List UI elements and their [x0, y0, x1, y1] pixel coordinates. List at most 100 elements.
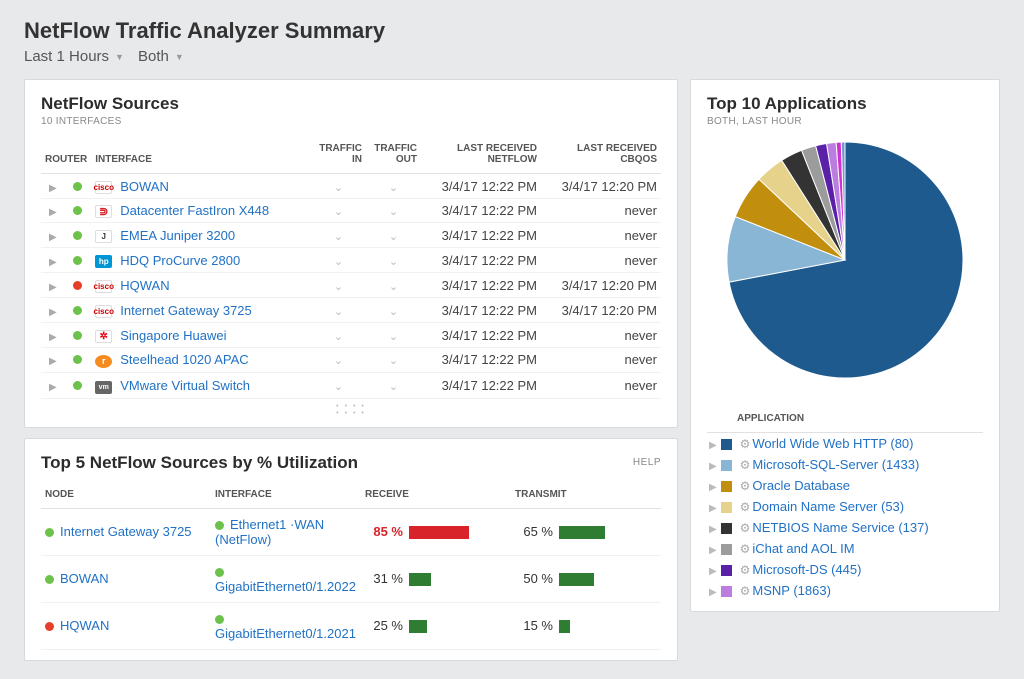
- table-row: ▶⋑Datacenter FastIron X448⌄⌄3/4/17 12:22…: [41, 199, 661, 223]
- application-link[interactable]: World Wide Web HTTP (80): [752, 436, 913, 451]
- node-link[interactable]: Internet Gateway 3725: [60, 524, 192, 539]
- interface-link[interactable]: Ethernet1 ·WAN (NetFlow): [215, 517, 324, 547]
- transmit-bar: [559, 526, 605, 539]
- chevron-down-icon[interactable]: ⌄: [389, 355, 398, 367]
- utilization-table: NODE INTERFACE RECEIVE TRANSMIT Internet…: [41, 483, 661, 650]
- legend-swatch-icon: [721, 502, 732, 513]
- chevron-down-icon[interactable]: ⌄: [334, 355, 343, 367]
- interface-link[interactable]: GigabitEthernet0/1.2021: [215, 626, 356, 641]
- status-dot-icon: [73, 231, 82, 240]
- netflow-time: 3/4/17 12:22 PM: [421, 348, 541, 373]
- interface-link[interactable]: BOWAN: [120, 179, 169, 194]
- applications-pie-chart: [720, 135, 970, 385]
- interface-link[interactable]: Internet Gateway 3725: [120, 303, 252, 318]
- gear-icon[interactable]: ⚙: [740, 479, 751, 493]
- chevron-down-icon[interactable]: ⌄: [389, 256, 398, 268]
- vmware-vendor-icon: vm: [95, 381, 112, 394]
- expand-icon[interactable]: ▶: [709, 524, 721, 535]
- application-link[interactable]: Domain Name Server (53): [752, 499, 904, 514]
- top-apps-panel: Top 10 Applications BOTH, LAST HOUR APPL…: [690, 79, 1000, 612]
- application-link[interactable]: Oracle Database: [752, 478, 850, 493]
- chevron-down-icon[interactable]: ⌄: [334, 331, 343, 343]
- status-dot-icon: [215, 615, 224, 624]
- huawei-vendor-icon: ✲: [95, 330, 112, 343]
- interface-link[interactable]: Singapore Huawei: [120, 328, 226, 343]
- help-link[interactable]: HELP: [633, 457, 661, 468]
- time-filter[interactable]: Last 1 Hours ▼: [24, 48, 124, 65]
- interface-link[interactable]: HDQ ProCurve 2800: [120, 253, 240, 268]
- chevron-down-icon[interactable]: ⌄: [334, 306, 343, 318]
- page-title: NetFlow Traffic Analyzer Summary: [24, 18, 1000, 44]
- cbqos-time: never: [541, 348, 661, 373]
- juniper-vendor-icon: J: [95, 230, 112, 243]
- status-dot-icon: [73, 355, 82, 364]
- status-dot-icon: [73, 182, 82, 191]
- expand-icon[interactable]: ▶: [49, 282, 57, 293]
- interface-link[interactable]: GigabitEthernet0/1.2022: [215, 579, 356, 594]
- list-item: ▶ ⚙Oracle Database: [707, 475, 983, 496]
- expand-icon[interactable]: ▶: [709, 545, 721, 556]
- chevron-down-icon[interactable]: ⌄: [334, 182, 343, 194]
- expand-icon[interactable]: ▶: [709, 503, 721, 514]
- chevron-down-icon[interactable]: ⌄: [389, 281, 398, 293]
- col-router: ROUTER: [41, 137, 91, 174]
- chevron-down-icon[interactable]: ⌄: [389, 182, 398, 194]
- status-dot-icon: [215, 521, 224, 530]
- expand-icon[interactable]: ▶: [49, 382, 57, 393]
- interface-link[interactable]: Datacenter FastIron X448: [120, 203, 269, 218]
- application-link[interactable]: Microsoft-SQL-Server (1433): [752, 457, 919, 472]
- gear-icon[interactable]: ⚙: [740, 500, 751, 514]
- direction-filter[interactable]: Both ▼: [138, 48, 184, 65]
- expand-icon[interactable]: ▶: [709, 461, 721, 472]
- status-dot-icon: [73, 331, 82, 340]
- cbqos-time: never: [541, 323, 661, 348]
- gear-icon[interactable]: ⚙: [740, 437, 751, 451]
- netflow-time: 3/4/17 12:22 PM: [421, 174, 541, 199]
- application-link[interactable]: MSNP (1863): [752, 583, 831, 598]
- expand-icon[interactable]: ▶: [49, 356, 57, 367]
- expand-icon[interactable]: ▶: [49, 183, 57, 194]
- expand-icon[interactable]: ▶: [49, 207, 57, 218]
- status-dot-icon: [45, 528, 54, 537]
- node-link[interactable]: HQWAN: [60, 618, 109, 633]
- application-link[interactable]: iChat and AOL IM: [752, 541, 854, 556]
- node-link[interactable]: BOWAN: [60, 571, 109, 586]
- expand-icon[interactable]: ▶: [709, 587, 721, 598]
- chevron-down-icon[interactable]: ⌄: [389, 306, 398, 318]
- expand-icon[interactable]: ▶: [49, 232, 57, 243]
- chevron-down-icon[interactable]: ⌄: [334, 256, 343, 268]
- expand-icon[interactable]: ▶: [49, 307, 57, 318]
- chevron-down-icon[interactable]: ⌄: [334, 381, 343, 393]
- chevron-down-icon[interactable]: ⌄: [389, 381, 398, 393]
- col-interface: INTERFACE: [211, 483, 361, 509]
- application-link[interactable]: NETBIOS Name Service (137): [752, 520, 928, 535]
- chevron-down-icon: ▼: [175, 52, 184, 62]
- interface-link[interactable]: VMware Virtual Switch: [120, 378, 250, 393]
- interface-link[interactable]: HQWAN: [120, 278, 169, 293]
- expand-icon[interactable]: ▶: [709, 440, 721, 451]
- chevron-down-icon[interactable]: ⌄: [334, 281, 343, 293]
- application-link[interactable]: Microsoft-DS (445): [752, 562, 861, 577]
- interface-link[interactable]: EMEA Juniper 3200: [120, 228, 235, 243]
- chevron-down-icon[interactable]: ⌄: [334, 231, 343, 243]
- resize-handle-icon[interactable]: • • • •• • • •: [41, 403, 661, 417]
- expand-icon[interactable]: ▶: [709, 566, 721, 577]
- interface-link[interactable]: Steelhead 1020 APAC: [120, 352, 248, 367]
- cbqos-time: 3/4/17 12:20 PM: [541, 298, 661, 323]
- gear-icon[interactable]: ⚙: [740, 584, 751, 598]
- expand-icon[interactable]: ▶: [49, 332, 57, 343]
- table-row: BOWANGigabitEthernet0/1.202231 %50 %: [41, 555, 661, 602]
- gear-icon[interactable]: ⚙: [740, 563, 751, 577]
- gear-icon[interactable]: ⚙: [740, 521, 751, 535]
- expand-icon[interactable]: ▶: [709, 482, 721, 493]
- chevron-down-icon[interactable]: ⌄: [389, 206, 398, 218]
- time-filter-label: Last 1 Hours: [24, 48, 109, 65]
- status-dot-icon: [73, 256, 82, 265]
- expand-icon[interactable]: ▶: [49, 257, 57, 268]
- chevron-down-icon[interactable]: ⌄: [389, 331, 398, 343]
- gear-icon[interactable]: ⚙: [740, 458, 751, 472]
- gear-icon[interactable]: ⚙: [740, 542, 751, 556]
- chevron-down-icon[interactable]: ⌄: [389, 231, 398, 243]
- chevron-down-icon[interactable]: ⌄: [334, 206, 343, 218]
- panel-subtitle: 10 INTERFACES: [41, 116, 661, 127]
